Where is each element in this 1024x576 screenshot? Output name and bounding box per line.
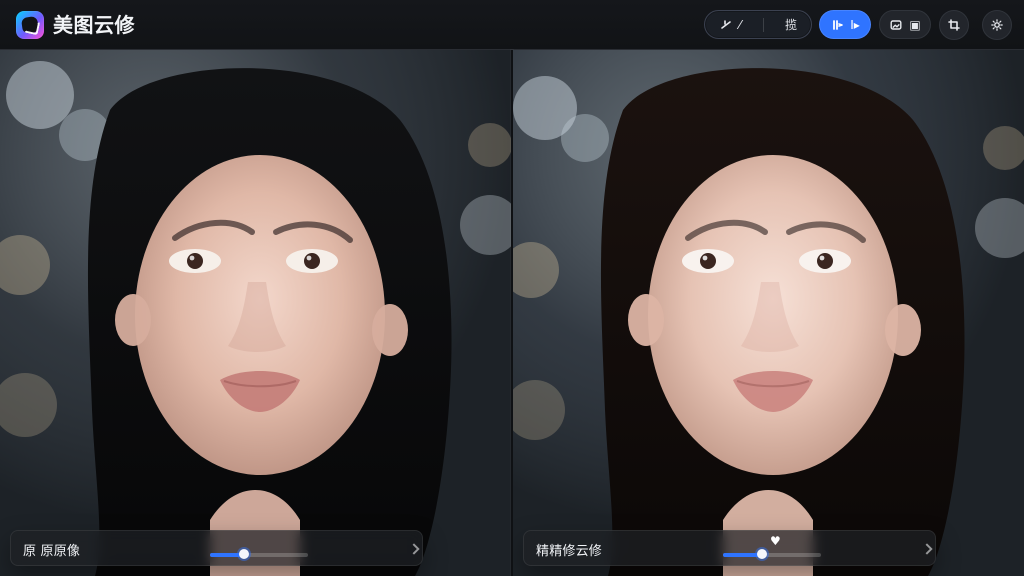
app-logo-icon <box>16 11 44 39</box>
chevron-right-icon <box>921 543 933 555</box>
before-panel: 原 原原像 <box>0 50 511 576</box>
split-view-button[interactable]: I▸ <box>819 10 871 39</box>
split-view-label: I▸ <box>850 17 860 32</box>
crop-button[interactable] <box>939 10 969 40</box>
settings-gear-icon <box>990 18 1004 32</box>
compare-toggle[interactable]: ⁄ 揽 <box>704 10 812 39</box>
image-tool-label: ▣ <box>909 17 921 32</box>
slash-icon-glyph <box>719 18 733 32</box>
before-bottom-bar: 原 原原像 <box>10 530 423 566</box>
app-title: 美图云修 <box>53 13 135 37</box>
compare-right-label: 揽 <box>784 18 797 32</box>
before-label: 原 原原像 <box>23 544 81 559</box>
image-tool-icon <box>889 18 903 32</box>
image-tool-button[interactable]: ▣ <box>879 10 931 39</box>
chevron-right-icon <box>408 543 420 555</box>
top-bar: 美图云修 ⁄ 揽 I▸ ▣ <box>0 0 1024 50</box>
slash-icon: ⁄ <box>719 18 741 32</box>
after-slider[interactable] <box>723 549 821 559</box>
compare-left-label: ⁄ <box>739 17 742 32</box>
split-view-icon <box>830 18 844 32</box>
crop-icon <box>947 18 961 32</box>
comparison-stage: 原 原原像 精精修云修 ♥ <box>0 50 1024 576</box>
before-photo <box>0 50 511 576</box>
before-slider-knob[interactable] <box>239 549 250 559</box>
after-panel: 精精修云修 ♥ <box>513 50 1024 576</box>
after-label: 精精修云修 <box>536 544 603 559</box>
heart-icon[interactable]: ♥ <box>770 535 782 547</box>
after-photo <box>513 50 1024 576</box>
compare-separator <box>762 17 764 32</box>
settings-button[interactable] <box>982 10 1012 40</box>
before-slider[interactable] <box>210 549 308 559</box>
after-bottom-bar: 精精修云修 ♥ <box>523 530 936 566</box>
after-slider-knob[interactable] <box>757 549 768 559</box>
